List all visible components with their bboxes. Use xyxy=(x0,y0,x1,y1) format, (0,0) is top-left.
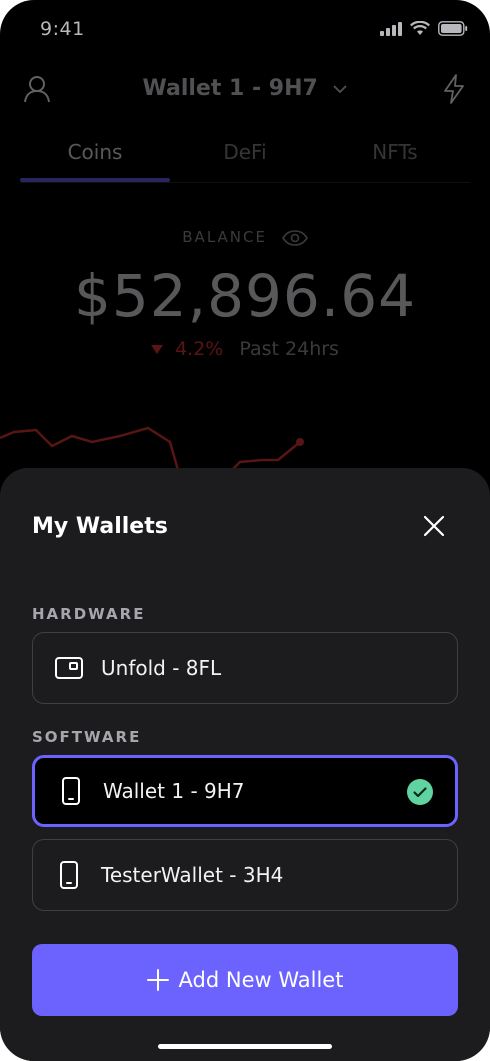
change-period: Past 24hrs xyxy=(239,338,339,360)
balance-change: 4.2% Past 24hrs xyxy=(0,338,490,360)
wallets-sheet: My Wallets HARDWARE Unfold - 8FL SOFTWAR… xyxy=(0,468,490,1061)
wallet-name: Unfold - 8FL xyxy=(101,656,222,680)
phone-icon xyxy=(57,777,85,805)
tab-defi[interactable]: DeFi xyxy=(170,128,320,184)
status-time: 9:41 xyxy=(40,18,85,40)
home-indicator[interactable] xyxy=(158,1044,332,1049)
wallet-item-unfold[interactable]: Unfold - 8FL xyxy=(32,632,458,704)
add-new-wallet-button[interactable]: Add New Wallet xyxy=(32,944,458,1016)
phone-screen: 9:41 Wallet 1 - 9H7 Coins DeFi NFTs BALA… xyxy=(0,0,490,1061)
signal-icon xyxy=(380,21,402,36)
plus-icon xyxy=(146,969,169,991)
wallet-selector[interactable]: Wallet 1 - 9H7 xyxy=(0,76,490,101)
wallet-name: Wallet 1 - 9H7 xyxy=(103,779,245,803)
close-icon[interactable] xyxy=(420,512,448,540)
change-percent: 4.2% xyxy=(175,338,224,360)
wallet-name: TesterWallet - 3H4 xyxy=(101,863,284,887)
tab-bar: Coins DeFi NFTs xyxy=(20,128,470,184)
battery-icon xyxy=(438,21,468,36)
balance-label: BALANCE xyxy=(182,228,267,246)
app-header: Wallet 1 - 9H7 xyxy=(0,62,490,118)
hardware-wallet-icon xyxy=(55,654,83,682)
wallet-item-wallet-1[interactable]: Wallet 1 - 9H7 xyxy=(32,755,458,827)
triangle-down-icon xyxy=(151,344,164,354)
check-circle-icon xyxy=(407,779,433,805)
phone-icon xyxy=(55,861,83,889)
chevron-down-icon xyxy=(333,84,348,93)
wifi-icon xyxy=(410,21,430,35)
status-icons xyxy=(380,21,468,36)
hardware-section-label: HARDWARE xyxy=(32,605,146,623)
eye-icon[interactable] xyxy=(281,229,308,246)
status-bar: 9:41 xyxy=(0,0,490,56)
wallet-item-testerwallet[interactable]: TesterWallet - 3H4 xyxy=(32,839,458,911)
lightning-icon[interactable] xyxy=(442,74,466,104)
sheet-title: My Wallets xyxy=(32,514,168,539)
add-new-wallet-label: Add New Wallet xyxy=(178,968,344,992)
tab-nfts[interactable]: NFTs xyxy=(320,128,470,184)
tabs-divider xyxy=(20,182,470,183)
tab-coins[interactable]: Coins xyxy=(20,128,170,184)
wallet-selector-label: Wallet 1 - 9H7 xyxy=(142,76,318,101)
sparkline xyxy=(0,426,304,470)
balance-value: $52,896.64 xyxy=(73,262,417,330)
software-section-label: SOFTWARE xyxy=(32,728,142,746)
balance-label-row: BALANCE xyxy=(0,228,490,246)
